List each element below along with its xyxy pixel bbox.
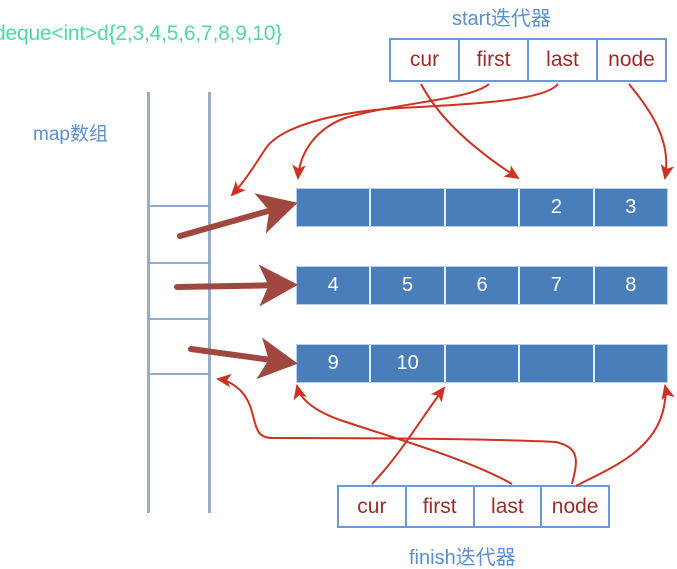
buffer-0-cell-2 — [445, 189, 521, 226]
map-slot-divider-2 — [147, 318, 211, 320]
finish-iterator-label: finish迭代器 — [409, 547, 516, 569]
finish-node-arrow — [575, 384, 675, 487]
finish-cur-arrow — [371, 386, 446, 485]
buffer-1-cell-2: 6 — [445, 267, 521, 304]
map-array — [147, 92, 211, 513]
map-slot-divider-1 — [147, 262, 211, 264]
start-cur-arrow — [420, 83, 520, 180]
buffer-2-cell-0: 9 — [297, 345, 372, 382]
start-field-first[interactable]: first — [460, 40, 529, 80]
finish-iterator-arrows — [216, 373, 675, 487]
finish-iterator-box: cur first last node — [337, 485, 610, 528]
finish-field-first[interactable]: first — [407, 487, 475, 526]
buffer-0-cell-3: 2 — [520, 189, 595, 226]
buffer-0-cell-1 — [371, 189, 446, 226]
start-first-arrow — [292, 83, 490, 180]
finish-field-cur[interactable]: cur — [339, 487, 407, 526]
finish-field-node[interactable]: node — [542, 487, 608, 526]
start-field-last[interactable]: last — [529, 40, 598, 80]
deque-declaration-caption: deque<int>d{2,3,4,5,6,7,8,9,10} — [0, 22, 283, 45]
start-field-cur[interactable]: cur — [391, 40, 460, 80]
buffer-1-cell-3: 7 — [520, 267, 595, 304]
map-array-left-border — [147, 92, 150, 513]
map-array-right-border — [208, 92, 211, 513]
buffer-1-cell-4: 8 — [594, 267, 668, 304]
finish-last-arrow — [216, 373, 577, 485]
start-iterator-arrows — [230, 83, 675, 197]
map-slot-divider-3 — [147, 373, 211, 375]
finish-field-last[interactable]: last — [475, 487, 543, 526]
deque-buffer-row-2: 9 10 — [296, 344, 668, 383]
start-last-arrow — [230, 83, 559, 197]
finish-first-arrow — [293, 384, 513, 485]
start-node-arrow — [628, 83, 675, 180]
start-iterator-label: start迭代器 — [452, 8, 551, 30]
map-array-label: map数组 — [33, 124, 108, 145]
buffer-2-cell-1: 10 — [371, 345, 446, 382]
buffer-1-cell-0: 4 — [297, 267, 372, 304]
deque-buffer-row-0: 2 3 — [296, 188, 668, 227]
map-slot-divider-0 — [147, 205, 211, 207]
start-iterator-box: cur first last node — [389, 38, 667, 82]
diagram-canvas: deque<int>d{2,3,4,5,6,7,8,9,10} start迭代器… — [0, 0, 677, 569]
start-field-node[interactable]: node — [598, 40, 665, 80]
buffer-0-cell-0 — [297, 189, 372, 226]
buffer-2-cell-3 — [520, 345, 595, 382]
buffer-1-cell-1: 5 — [371, 267, 446, 304]
deque-buffer-row-1: 4 5 6 7 8 — [296, 266, 668, 305]
buffer-0-cell-4: 3 — [594, 189, 668, 226]
buffer-2-cell-2 — [445, 345, 521, 382]
buffer-2-cell-4 — [594, 345, 668, 382]
